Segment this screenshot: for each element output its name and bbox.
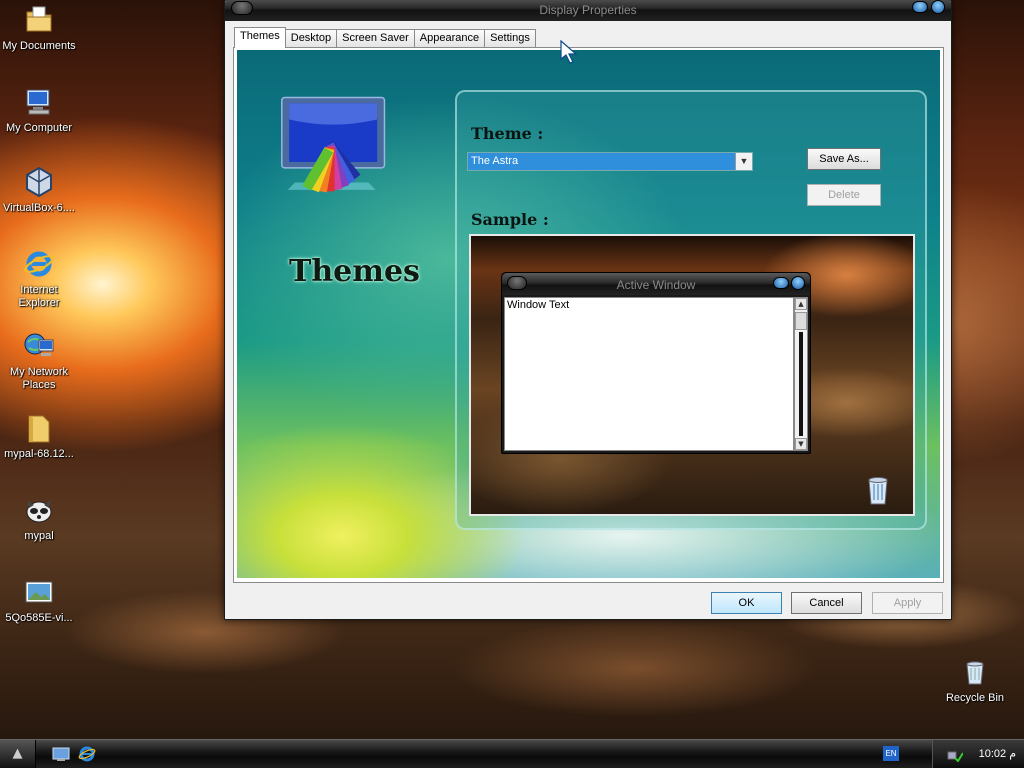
- sample-active-window: Active Window Window Text ▲ ▼: [501, 272, 811, 454]
- desktop-icon-virtualbox[interactable]: VirtualBox-6....: [0, 166, 78, 215]
- sample-recycle-bin-icon: [868, 477, 888, 505]
- scroll-thumb: [795, 312, 807, 330]
- display-properties-window: Display Properties Themes Desktop Screen…: [224, 0, 952, 620]
- language-indicator[interactable]: EN: [883, 746, 899, 761]
- theme-select[interactable]: The Astra ▼: [467, 152, 753, 171]
- sample-window-text: Window Text: [507, 299, 570, 311]
- sample-preview: Active Window Window Text ▲ ▼: [469, 234, 915, 516]
- theme-label: Theme :: [471, 124, 544, 143]
- desktop-icon-internet-explorer[interactable]: Internet Explorer: [0, 248, 78, 310]
- system-tray: 10:02 م: [932, 740, 1024, 768]
- sample-window-client: Window Text: [504, 297, 794, 451]
- desktop-icon-label: 5Qo585E-vi...: [5, 612, 73, 624]
- network-tray-icon[interactable]: [947, 746, 963, 762]
- virtualbox-icon: [26, 166, 52, 198]
- theme-select-value: The Astra: [471, 155, 519, 167]
- desktop-icon-mypal[interactable]: mypal: [0, 494, 78, 543]
- ok-button[interactable]: OK: [711, 592, 782, 614]
- sample-label: Sample :: [471, 210, 549, 229]
- save-as-button[interactable]: Save As...: [807, 148, 881, 170]
- themes-heading: Themes: [289, 254, 420, 289]
- sample-close-icon: [791, 276, 805, 290]
- sample-window-title: Active Window: [616, 278, 696, 292]
- folder-icon: [26, 6, 52, 32]
- tab-themes[interactable]: Themes: [234, 27, 286, 48]
- taskbar: ▲ EN 10:02 م: [0, 739, 1024, 768]
- sample-scrollbar: ▲ ▼: [794, 297, 808, 451]
- tab-settings[interactable]: Settings: [484, 29, 536, 48]
- desktop-icon-label: mypal-68.12...: [4, 448, 74, 460]
- desktop-icon-label: My Documents: [2, 40, 76, 52]
- apply-button[interactable]: Apply: [872, 592, 943, 614]
- themes-monitor-palette-icon: [281, 96, 386, 193]
- mouse-cursor-icon: [560, 40, 578, 64]
- recycle-bin-icon: [966, 661, 984, 685]
- delete-button[interactable]: Delete: [807, 184, 881, 206]
- desktop-icon-label: mypal: [24, 530, 54, 542]
- tab-strip: Themes Desktop Screen Saver Appearance S…: [234, 27, 536, 48]
- scroll-track: [799, 332, 803, 436]
- desktop-icon-label: Recycle Bin: [945, 692, 1005, 704]
- theme-settings-frame: Theme : The Astra ▼ Save As... Delete Sa…: [455, 90, 927, 530]
- cancel-button[interactable]: Cancel: [791, 592, 862, 614]
- sample-window-titlebar: Active Window: [502, 273, 810, 295]
- close-button[interactable]: [931, 0, 945, 14]
- sample-minimize-icon: [773, 277, 789, 289]
- desktop-icon-label: My Network Places: [9, 366, 69, 391]
- clock[interactable]: 10:02 م: [979, 747, 1016, 760]
- window-titlebar[interactable]: Display Properties: [225, 0, 951, 21]
- desktop-icon-my-network-places[interactable]: My Network Places: [0, 330, 78, 392]
- show-desktop-icon[interactable]: [52, 745, 70, 763]
- chevron-down-icon[interactable]: ▼: [735, 153, 752, 170]
- tab-screen-saver[interactable]: Screen Saver: [336, 29, 415, 48]
- desktop-icon-my-computer[interactable]: My Computer: [0, 86, 78, 135]
- sample-window-orb: [507, 276, 527, 290]
- raccoon-icon: [26, 500, 52, 523]
- desktop-icon-label: Internet Explorer: [18, 284, 60, 309]
- start-button[interactable]: ▲: [0, 740, 36, 768]
- internet-explorer-quicklaunch-icon[interactable]: [78, 745, 96, 763]
- desktop-icon-image-file[interactable]: 5Qo585E-vi...: [0, 576, 78, 625]
- desktop-icon-label: My Computer: [5, 122, 73, 134]
- desktop-icon-mypal-folder[interactable]: mypal-68.12...: [0, 412, 78, 461]
- scroll-up-icon: ▲: [795, 298, 807, 310]
- internet-explorer-icon: [24, 251, 54, 277]
- themes-tab-panel: Themes Theme : The Astra ▼ Save As... De…: [233, 47, 944, 583]
- tab-appearance[interactable]: Appearance: [413, 29, 486, 48]
- computer-icon: [26, 89, 50, 115]
- window-title: Display Properties: [539, 3, 637, 17]
- folder-icon: [28, 415, 50, 443]
- scroll-down-icon: ▼: [795, 438, 807, 450]
- desktop-icon-recycle-bin[interactable]: Recycle Bin: [936, 656, 1014, 705]
- minimize-button[interactable]: [912, 1, 928, 13]
- tab-desktop[interactable]: Desktop: [284, 29, 338, 48]
- desktop-icon-my-documents[interactable]: My Documents: [0, 4, 78, 53]
- desktop-icon-label: VirtualBox-6....: [3, 202, 75, 214]
- network-icon: [24, 333, 54, 356]
- image-file-icon: [25, 581, 53, 603]
- panel-background: Themes Theme : The Astra ▼ Save As... De…: [237, 50, 940, 578]
